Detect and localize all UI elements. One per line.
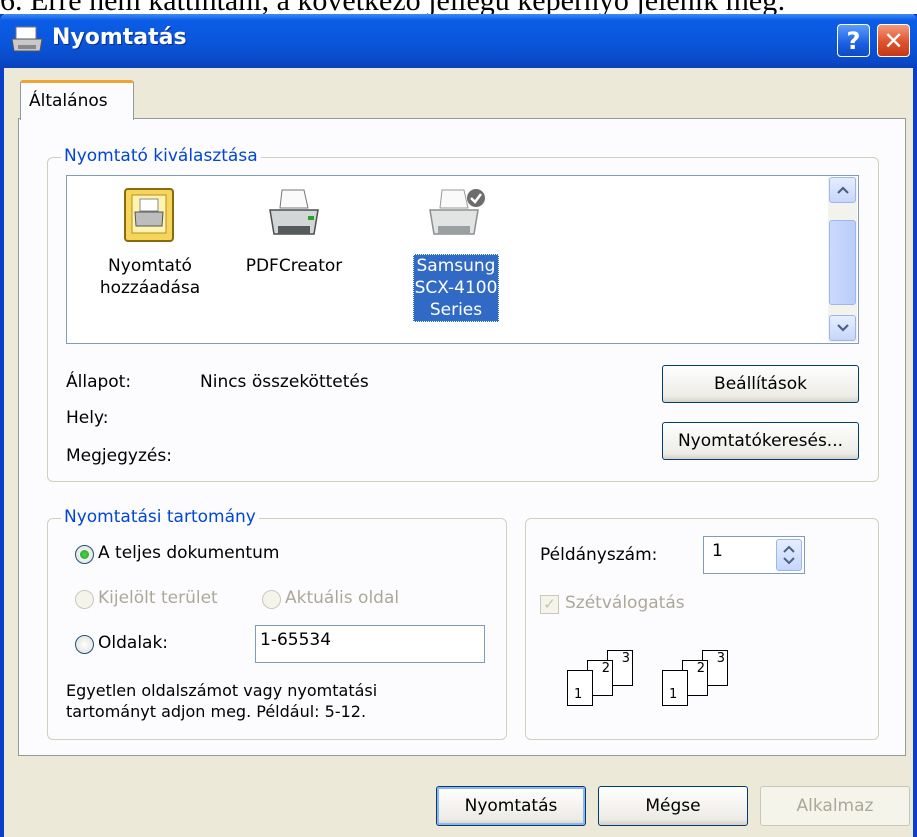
printer-item-add[interactable]: Nyomtató hozzáadása <box>95 186 205 300</box>
collate-illustration: 3 2 1 3 2 1 <box>555 650 765 710</box>
printer-label-line: Series <box>429 300 483 320</box>
status-label: Állapot: <box>66 372 132 392</box>
printer-item-samsung[interactable]: Samsung SCX-4100 Series <box>401 186 511 322</box>
chevron-up-icon <box>836 186 849 194</box>
all-document-label[interactable]: A teljes dokumentum <box>98 543 279 563</box>
radio-selection[interactable] <box>75 590 94 609</box>
pages-input[interactable]: 1-65534 <box>255 625 485 663</box>
range-hint: Egyetlen oldalszámot vagy nyomtatási tar… <box>66 681 378 721</box>
printer-icon <box>269 189 319 235</box>
apply-button[interactable]: Alkalmaz <box>760 786 910 826</box>
pages-label: Oldalak: <box>98 633 169 653</box>
radio-current-page[interactable] <box>262 590 281 609</box>
cancel-button[interactable]: Mégse <box>598 786 748 826</box>
status-value: Nincs összeköttetés <box>200 372 369 392</box>
location-label: Hely: <box>66 408 109 428</box>
comment-label: Megjegyzés: <box>66 446 172 466</box>
settings-button[interactable]: Beállítások <box>662 365 859 403</box>
close-button[interactable]: ✕ <box>877 24 910 57</box>
radio-pages[interactable] <box>75 635 94 654</box>
printer-item-pdfcreator[interactable]: PDFCreator <box>239 186 349 278</box>
current-page-label: Aktuális oldal <box>285 588 400 608</box>
printer-label-line: Samsung <box>416 256 496 276</box>
copies-spinner[interactable] <box>776 539 802 571</box>
printer-label-line: PDFCreator <box>245 256 343 276</box>
scroll-thumb[interactable] <box>829 220 856 305</box>
title-bar[interactable]: Nyomtatás ? ✕ <box>0 14 917 68</box>
print-button[interactable]: Nyomtatás <box>436 786 586 826</box>
spin-arrows-icon <box>783 545 795 565</box>
printer-title-icon <box>11 26 43 52</box>
default-printer-icon <box>429 189 485 235</box>
scroll-down-button[interactable] <box>829 315 856 341</box>
chevron-down-icon <box>836 324 849 332</box>
window-title: Nyomtatás <box>52 25 187 50</box>
tab-general[interactable]: Általános <box>20 80 134 120</box>
collate-page: 1 <box>662 670 688 706</box>
collate-label: Szétválogatás <box>565 593 685 613</box>
printer-group-legend: Nyomtató kiválasztása <box>61 146 261 166</box>
collate-checkbox[interactable]: ✓ <box>540 595 559 614</box>
selection-label: Kijelölt terület <box>98 588 218 608</box>
printer-label-line: SCX-4100 <box>414 278 498 298</box>
help-button[interactable]: ? <box>837 24 870 57</box>
printer-list-scrollbar[interactable] <box>828 177 857 342</box>
find-printer-button[interactable]: Nyomtatókeresés... <box>662 422 859 460</box>
add-printer-icon <box>124 188 174 242</box>
printer-label-line: Nyomtató <box>108 256 192 276</box>
radio-all-document[interactable] <box>75 545 94 564</box>
copies-label: Példányszám: <box>540 545 658 565</box>
scroll-up-button[interactable] <box>829 177 856 203</box>
collate-page: 1 <box>567 670 593 706</box>
tab-label: Általános <box>29 91 108 111</box>
print-range-legend: Nyomtatási tartomány <box>61 507 259 527</box>
printer-list[interactable]: Nyomtató hozzáadása PDFCreator Samsung S… <box>66 175 859 344</box>
printer-label-line: hozzáadása <box>99 278 201 298</box>
